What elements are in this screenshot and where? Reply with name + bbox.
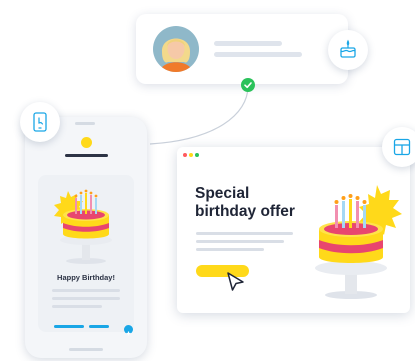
window-minimize-dot[interactable]	[189, 153, 193, 157]
checkmark-icon	[244, 82, 252, 89]
layout-icon	[393, 138, 411, 156]
mobile-touch-icon	[33, 112, 47, 132]
layout-icon-bubble[interactable]	[382, 127, 415, 167]
offer-text-placeholder	[196, 240, 284, 243]
card-text-placeholder	[52, 289, 120, 292]
offer-text-placeholder	[196, 232, 293, 235]
card-action-bar[interactable]	[89, 325, 109, 328]
window-maximize-dot[interactable]	[195, 153, 199, 157]
profile-name-placeholder	[214, 41, 282, 46]
avatar	[153, 26, 199, 72]
mouse-cursor-icon	[227, 272, 244, 291]
birthday-cake-illustration	[315, 185, 402, 299]
card-action-bar[interactable]	[54, 325, 84, 328]
phone-header-bar	[65, 154, 108, 157]
success-check-badge	[241, 78, 255, 92]
card-text-placeholder	[52, 305, 102, 308]
card-text-placeholder	[52, 297, 120, 300]
birthday-cake-illustration	[54, 189, 112, 264]
profile-card	[136, 14, 348, 84]
phone-mockup: Happy Birthday!	[25, 117, 147, 358]
plus-icon[interactable]	[124, 325, 133, 336]
birthday-cake-icon	[340, 39, 356, 58]
profile-detail-placeholder	[214, 52, 302, 57]
birthday-card[interactable]: Happy Birthday!	[38, 175, 134, 332]
phone-home-indicator	[69, 348, 103, 351]
offer-text-placeholder	[196, 248, 264, 251]
cake-icon-bubble[interactable]	[328, 30, 368, 70]
phone-speaker	[75, 122, 95, 125]
browser-window: Special birthday offer	[177, 147, 410, 313]
mobile-icon-bubble[interactable]	[20, 102, 60, 142]
phone-logo-dot	[81, 137, 92, 148]
happy-birthday-text: Happy Birthday!	[57, 273, 115, 282]
window-close-dot[interactable]	[183, 153, 187, 157]
